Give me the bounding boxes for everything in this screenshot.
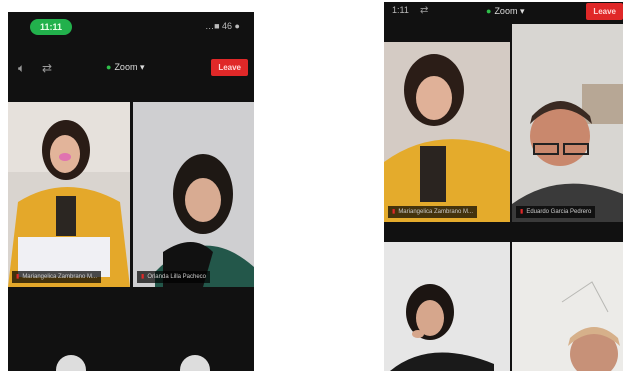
participant-name: Orlanda Lilla Pacheco [147,274,207,280]
participant-name-tag: ▮ Mariangelica Zambrano M... [388,206,478,218]
camera-switch-icon[interactable]: ⇄ [420,5,428,16]
participant-name: Mariangelica Zambrano M... [398,209,474,215]
time-pill[interactable]: 11:11 [30,19,73,35]
mic-muted-icon: ▮ [520,209,524,215]
participant-video [384,242,510,371]
video-tile-participant-2[interactable]: ▮ Orlanda Lilla Pacheco [133,102,254,287]
left-phone-screen: 11:11 …■ 46 ● 🔈︎ ⇄ ● Zoom ▾ Leave ▮ Marian… [8,12,254,371]
zoom-label-text: Zoom [494,6,518,16]
zoom-meeting-label[interactable]: ● Zoom ▾ [106,62,144,73]
participant-video [8,102,130,287]
zoom-meeting-label[interactable]: ● Zoom ▾ [486,6,524,17]
video-tile-participant-3[interactable] [384,242,510,371]
participant-name-tag: ▮ Orlanda Lilla Pacheco [137,271,211,283]
leave-button[interactable]: Leave [586,3,623,20]
participant-video [512,242,623,371]
speaker-icon[interactable]: 🔈︎ [18,61,25,76]
video-control-button[interactable] [180,355,210,371]
mic-muted-icon: ▮ [16,274,20,280]
participant-name: Mariangelica Zambrano M... [22,274,98,280]
participant-video [384,42,510,222]
system-status-icons: …■ 46 ● [205,21,240,31]
participant-video [512,24,623,222]
participant-name-tag: ▮ Mariangelica Zambrano M... [12,271,102,283]
mic-muted-icon: ▮ [392,209,396,215]
right-phone-screen: 1:11 ⇄ ● Zoom ▾ Leave ▮ Mariangelica Zambr… [384,2,623,371]
shield-icon: ● [486,6,492,16]
video-tile-participant-1[interactable]: ▮ Mariangelica Zambrano M... [8,102,130,287]
zoom-label-text: Zoom [114,62,138,72]
shield-icon: ● [106,62,112,72]
status-bar: 11:11 …■ 46 ● [8,12,254,42]
leave-button[interactable]: Leave [211,59,248,76]
participant-name-tag: ▮ Eduardo Garcia Pedrero [516,206,596,218]
mic-muted-icon: ▮ [141,274,145,280]
meeting-toolbar: 🔈︎ ⇄ ● Zoom ▾ Leave [8,56,254,80]
camera-switch-icon[interactable]: ⇄ [42,61,52,75]
audio-control-button[interactable] [56,355,86,371]
video-tile-participant-1[interactable]: ▮ Mariangelica Zambrano M... [384,42,510,222]
meeting-toolbar: ⇄ ● Zoom ▾ Leave [384,2,623,22]
participant-name: Eduardo Garcia Pedrero [526,209,592,215]
participant-video [133,102,254,287]
video-tile-participant-2[interactable]: ▮ Eduardo Garcia Pedrero [512,24,623,222]
video-tile-participant-4[interactable] [512,242,623,371]
